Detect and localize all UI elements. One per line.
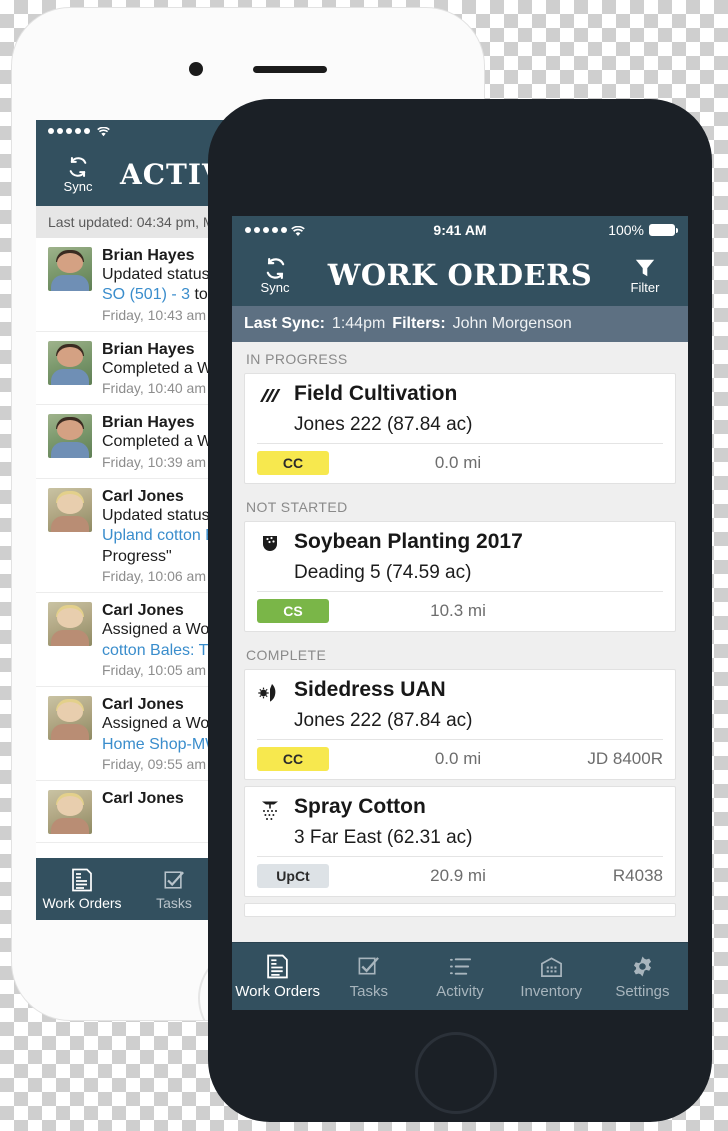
avatar — [48, 790, 92, 835]
work-order-distance: 10.3 mi — [430, 601, 486, 620]
wifi-icon — [97, 125, 110, 137]
tab-label: Work Orders — [235, 982, 320, 1000]
tab-activity[interactable]: Activity — [414, 954, 505, 1000]
work-order-distance: 0.0 mi — [434, 453, 482, 472]
sync-icon — [36, 154, 120, 177]
work-order-field: Jones 222 (87.84 ac) — [294, 414, 473, 435]
tab-settings[interactable]: Settings — [597, 954, 688, 1000]
settings-gear-icon — [597, 954, 688, 980]
sync-label: Sync — [63, 178, 93, 194]
work-orders-icon — [36, 868, 128, 892]
work-order-title: Soybean Planting 2017 — [294, 530, 523, 553]
work-order-card[interactable]: Spray Cotton 3 Far East (62.31 ac) UpCt … — [244, 786, 676, 897]
filters-label: Filters: — [392, 315, 446, 332]
tab-work-orders[interactable]: Work Orders — [232, 954, 323, 1000]
filters-value: John Morgenson — [452, 315, 572, 332]
work-order-distance: 20.9 mi — [430, 866, 486, 885]
front-camera-icon — [189, 62, 203, 76]
work-order-field: Deading 5 (74.59 ac) — [294, 562, 472, 583]
tab-label: Settings — [615, 982, 670, 1000]
field-cultivation-icon — [257, 382, 283, 412]
work-order-distance: 0.0 mi — [434, 749, 482, 768]
tab-inventory[interactable]: Inventory — [506, 954, 597, 1000]
filter-label: Filter — [630, 280, 660, 295]
tab-tasks[interactable]: Tasks — [323, 954, 414, 1000]
activity-link[interactable]: SO (501) - 3 — [102, 286, 190, 303]
sync-button[interactable]: Sync — [36, 154, 120, 194]
work-order-title: Sidedress UAN — [294, 678, 446, 701]
tasks-icon — [323, 954, 414, 980]
work-order-card[interactable]: Sidedress UAN Jones 222 (87.84 ac) CC 0.… — [244, 669, 676, 780]
tab-label: Tasks — [349, 982, 388, 1000]
status-clock: 9:41 AM — [433, 222, 487, 238]
status-badge: CC — [257, 747, 329, 771]
avatar — [48, 602, 92, 647]
tab-work-orders[interactable]: Work Orders — [36, 868, 128, 911]
filter-icon — [614, 255, 676, 279]
inventory-icon — [506, 954, 597, 980]
last-sync-label: Last Sync: — [244, 315, 325, 332]
work-order-card[interactable]: Field Cultivation Jones 222 (87.84 ac) C… — [244, 373, 676, 484]
avatar — [48, 414, 92, 459]
sync-info-bar: Last Sync: 1:44pm Filters: John Morgenso… — [232, 306, 688, 342]
last-sync-value: 1:44pm — [331, 315, 386, 332]
section-header-complete: COMPLETE — [246, 647, 327, 663]
section-header-not-started: NOT STARTED — [246, 499, 348, 515]
sidedress-icon — [257, 678, 283, 708]
work-order-card[interactable]: Soybean Planting 2017 Deading 5 (74.59 a… — [244, 521, 676, 632]
status-badge: CS — [257, 599, 329, 623]
work-order-field: 3 Far East (62.31 ac) — [294, 827, 473, 848]
status-bar: 9:41 AM 100% — [232, 216, 688, 244]
tab-label: Inventory — [520, 982, 583, 1000]
work-order-title: Field Cultivation — [294, 382, 458, 405]
planting-icon — [257, 530, 283, 560]
wifi-icon — [291, 222, 305, 238]
avatar — [48, 487, 92, 532]
work-order-list[interactable]: IN PROGRESS Field Cultivation Jones 222 … — [232, 342, 688, 942]
work-order-field: Jones 222 (87.84 ac) — [294, 710, 473, 731]
avatar — [48, 696, 92, 741]
tab-label: Tasks — [156, 894, 192, 911]
tasks-icon — [128, 868, 220, 892]
tab-label: Activity — [436, 982, 484, 1000]
sync-icon — [244, 255, 306, 279]
front-phone-screen: 9:41 AM 100% Sync WORK ORDERS Filter Las… — [232, 216, 688, 1010]
spray-icon — [257, 795, 283, 825]
sync-label: Sync — [260, 280, 290, 295]
signal-strength-icon — [48, 128, 90, 134]
section-header-in-progress: IN PROGRESS — [246, 351, 348, 367]
avatar — [48, 340, 92, 385]
work-order-equipment: R4038 — [612, 866, 663, 885]
work-order-equipment: JD 8400R — [587, 749, 663, 768]
page-title: WORK ORDERS — [327, 258, 593, 292]
status-badge: CC — [257, 451, 329, 475]
earpiece-speaker — [253, 66, 327, 73]
filter-button[interactable]: Filter — [614, 255, 676, 295]
battery-percent-label: 100% — [608, 222, 645, 238]
tab-bar: Work Orders Tasks Activity Inventory Set… — [232, 942, 688, 1010]
tab-label: Work Orders — [42, 894, 122, 911]
home-button[interactable] — [415, 1032, 497, 1114]
avatar — [48, 247, 92, 291]
status-badge: UpCt — [257, 864, 329, 888]
sync-button[interactable]: Sync — [244, 255, 306, 295]
work-order-card-partial[interactable] — [244, 903, 676, 917]
nav-bar: Sync WORK ORDERS Filter — [232, 244, 688, 306]
signal-strength-icon — [245, 227, 287, 233]
battery-full-icon — [649, 224, 679, 236]
activity-icon — [414, 954, 505, 980]
work-order-title: Spray Cotton — [294, 795, 426, 818]
work-orders-icon — [232, 954, 323, 980]
tab-tasks[interactable]: Tasks — [128, 868, 220, 911]
